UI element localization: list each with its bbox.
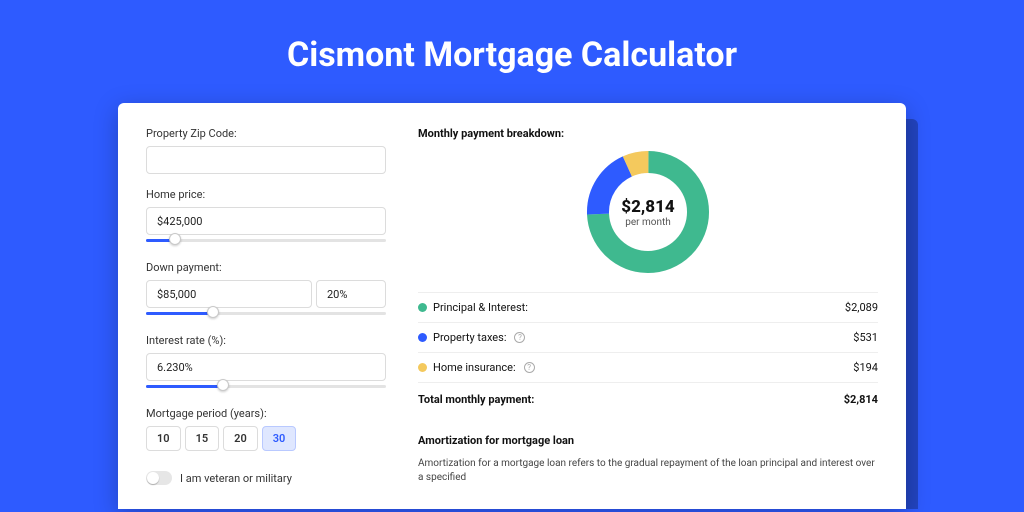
slider-track xyxy=(146,239,386,242)
amortization-text: Amortization for a mortgage loan refers … xyxy=(418,457,878,485)
breakdown-row: Principal & Interest: $2,089 xyxy=(418,292,878,322)
page-title: Cismont Mortgage Calculator xyxy=(0,0,1024,103)
amortization-title: Amortization for mortgage loan xyxy=(418,434,878,447)
slider-fill xyxy=(146,385,223,388)
down-payment-input[interactable] xyxy=(146,280,312,308)
down-payment-slider[interactable] xyxy=(146,310,386,320)
period-option-15[interactable]: 15 xyxy=(185,426,220,451)
breakdown-row: Home insurance:? $194 xyxy=(418,352,878,383)
zip-label: Property Zip Code: xyxy=(146,127,386,140)
home-price-label: Home price: xyxy=(146,188,386,201)
form-column: Property Zip Code: Home price: Down paym… xyxy=(146,127,386,485)
breakdown-label: Principal & Interest: xyxy=(433,301,528,314)
period-options: 10152030 xyxy=(146,426,386,451)
donut-amount: $2,814 xyxy=(621,197,674,217)
legend-dot xyxy=(418,303,427,312)
breakdown-title: Monthly payment breakdown: xyxy=(418,127,878,140)
breakdown-value: $194 xyxy=(853,361,878,374)
period-option-20[interactable]: 20 xyxy=(223,426,258,451)
home-price-slider[interactable] xyxy=(146,237,386,247)
period-option-30[interactable]: 30 xyxy=(262,426,297,451)
donut-sub: per month xyxy=(625,217,671,228)
breakdown-label: Home insurance: xyxy=(433,361,516,374)
breakdown-value: $531 xyxy=(853,331,878,344)
breakdown-label: Property taxes: xyxy=(433,331,506,344)
interest-rate-input[interactable] xyxy=(146,353,386,381)
down-payment-pct-input[interactable] xyxy=(316,280,386,308)
zip-input[interactable] xyxy=(146,146,386,174)
toggle-knob xyxy=(147,472,159,484)
slider-fill xyxy=(146,312,213,315)
period-label: Mortgage period (years): xyxy=(146,407,386,420)
slider-thumb[interactable] xyxy=(207,306,219,318)
total-label: Total monthly payment: xyxy=(418,393,534,406)
legend-dot xyxy=(418,363,427,372)
down-payment-label: Down payment: xyxy=(146,261,386,274)
breakdown-row: Property taxes:? $531 xyxy=(418,322,878,352)
interest-rate-slider[interactable] xyxy=(146,383,386,393)
home-price-input[interactable] xyxy=(146,207,386,235)
donut-chart: $2,814 per month xyxy=(418,146,878,278)
period-option-10[interactable]: 10 xyxy=(146,426,181,451)
breakdown-value: $2,089 xyxy=(845,301,878,314)
slider-thumb[interactable] xyxy=(217,379,229,391)
veteran-toggle[interactable] xyxy=(146,471,172,485)
legend-dot xyxy=(418,333,427,342)
interest-rate-label: Interest rate (%): xyxy=(146,334,386,347)
total-value: $2,814 xyxy=(844,393,878,406)
calculator-panel: Property Zip Code: Home price: Down paym… xyxy=(118,103,906,509)
slider-thumb[interactable] xyxy=(169,233,181,245)
breakdown-column: Monthly payment breakdown: $2,814 per mo… xyxy=(418,127,878,485)
help-icon[interactable]: ? xyxy=(524,362,535,373)
panel-shadow xyxy=(906,119,918,509)
help-icon[interactable]: ? xyxy=(514,332,525,343)
veteran-label: I am veteran or military xyxy=(180,472,292,485)
